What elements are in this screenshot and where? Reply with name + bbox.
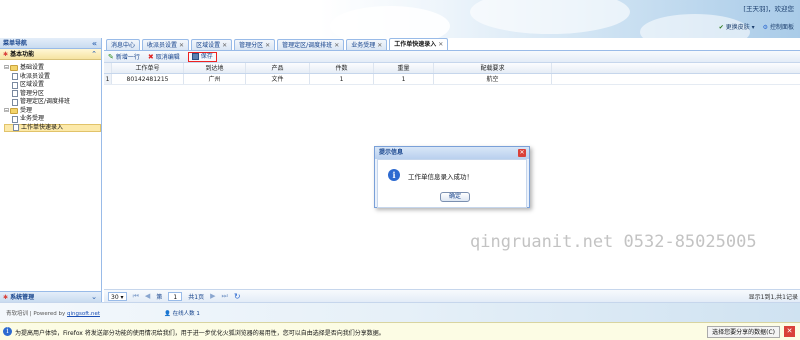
- copyright: 青软培训 | Powered by qingsoft.net: [6, 311, 100, 317]
- sidebar: 菜单导航 « ✱ 基本功能 ⌃ ⊟ 基础设置 收派员设置 区域设置 管理分区 管…: [0, 38, 102, 302]
- col-header[interactable]: 到达地: [184, 63, 246, 73]
- app-footer: 青软培训 | Powered by qingsoft.net 👤 在线人数 1: [0, 302, 800, 322]
- tab-region-settings[interactable]: 区域设置 ✕: [191, 39, 233, 50]
- app-header: [王天羽]，欢迎您 ✔ 更换皮肤 ▾ ⚙ 控制面板: [0, 0, 800, 38]
- col-header[interactable]: 产品: [246, 63, 310, 73]
- page-number-input[interactable]: 1: [168, 291, 183, 301]
- page-prefix: 第: [156, 293, 163, 301]
- close-icon[interactable]: ✕: [438, 41, 443, 48]
- table-cell[interactable]: 1: [374, 74, 434, 84]
- cancel-x-icon: ✖: [147, 52, 154, 61]
- close-icon[interactable]: ✕: [784, 326, 795, 337]
- info-icon: i: [3, 327, 12, 336]
- table-cell[interactable]: 广州: [184, 74, 246, 84]
- close-icon[interactable]: ✕: [179, 42, 184, 49]
- first-page-icon[interactable]: ⏮: [133, 292, 139, 301]
- tree-item-work-order-entry[interactable]: 工作单快速录入: [4, 123, 101, 132]
- share-data-button[interactable]: 选择您要分享的数据(C): [707, 326, 780, 338]
- tab-bar: 消息中心 收派员设置 ✕ 区域设置 ✕ 管理分区 ✕ 管理定区/调度排班 ✕ 业务受理 ✕…: [104, 38, 800, 51]
- notification-text: 为提高用户体验，Firefox 将发送部分功能的使用情况给我们，用于进一步优化火…: [15, 330, 385, 337]
- row-number: 1: [104, 74, 112, 84]
- change-skin-link[interactable]: ✔ 更换皮肤 ▾: [719, 22, 755, 31]
- close-icon[interactable]: ✕: [334, 42, 339, 49]
- add-row-button[interactable]: ✎ 新增一行: [108, 52, 140, 62]
- menu-tree: ⊟ 基础设置 收派员设置 区域设置 管理分区 管理定区/调度排班 ⊟ 受理 业务…: [0, 60, 101, 132]
- col-header[interactable]: 工作单号: [112, 63, 184, 73]
- dialog-message: 工作单信息录入成功！: [408, 173, 473, 181]
- close-icon[interactable]: ✕: [377, 42, 382, 49]
- star-icon: ✱: [3, 51, 9, 58]
- table-cell[interactable]: 航空: [434, 74, 552, 84]
- tree-folder-basic-settings[interactable]: ⊟ 基础设置: [4, 64, 101, 73]
- dialog-body: i 工作单信息录入成功！ 确定: [377, 159, 527, 208]
- page-size-select[interactable]: 30 ▾: [108, 291, 127, 301]
- refresh-icon[interactable]: ↻: [234, 292, 241, 301]
- collapse-left-icon[interactable]: «: [92, 38, 97, 49]
- tree-item-manage-zones[interactable]: 管理定区/调度排班: [4, 98, 101, 107]
- pagination-bar: 30 ▾ ⏮ ◀ 第 1 共1页 ▶ ⏭ ↻ 显示1到1,共1记录: [104, 289, 800, 302]
- online-count: 👤 在线人数 1: [164, 311, 200, 317]
- grid-header: 工作单号 到达地 产品 件数 重量 配载要求: [104, 63, 800, 74]
- last-page-icon[interactable]: ⏭: [222, 292, 228, 301]
- col-header[interactable]: 配载要求: [434, 63, 552, 73]
- collapse-up-icon[interactable]: ⌃: [91, 49, 97, 60]
- tab-message-center[interactable]: 消息中心: [106, 39, 141, 50]
- message-dialog: 提示信息 ✕ i 工作单信息录入成功！ 确定: [374, 146, 530, 208]
- tree-item-region-settings[interactable]: 区域设置: [4, 81, 101, 90]
- pencil-add-icon: ✎: [108, 52, 114, 61]
- record-info: 显示1到1,共1记录: [748, 293, 798, 301]
- cancel-edit-button[interactable]: ✖ 取消编辑: [147, 52, 180, 62]
- star-icon: ✱: [3, 294, 9, 301]
- close-icon[interactable]: ✕: [265, 42, 270, 49]
- powered-by-link[interactable]: qingsoft.net: [67, 311, 100, 317]
- close-icon[interactable]: ✕: [222, 42, 227, 49]
- file-icon: [12, 115, 18, 123]
- watermark: qingruanit.net 0532-85025005: [470, 232, 757, 252]
- table-cell[interactable]: 1: [310, 74, 374, 84]
- row-number-header: [104, 63, 112, 73]
- col-header[interactable]: 件数: [310, 63, 374, 73]
- tree-item-courier-settings[interactable]: 收派员设置: [4, 73, 101, 82]
- browser-notification-bar: i 为提高用户体验，Firefox 将发送部分功能的使用情况给我们，用于进一步优…: [0, 322, 800, 340]
- file-icon: [12, 90, 18, 98]
- section-basic-functions[interactable]: ✱ 基本功能 ⌃: [0, 49, 101, 60]
- section-system-management[interactable]: ✱ 系统管理 ⌄: [0, 291, 101, 302]
- floppy-icon: [191, 53, 199, 60]
- user-greeting: [王天羽]，欢迎您: [743, 5, 794, 13]
- tree-item-business-acceptance[interactable]: 业务受理: [4, 115, 101, 124]
- page-total: 共1页: [188, 293, 205, 301]
- tree-item-manage-partitions[interactable]: 管理分区: [4, 90, 101, 99]
- tree-folder-acceptance[interactable]: ⊟ 受理: [4, 107, 101, 116]
- tab-work-order-entry[interactable]: 工作单快速录入 ✕: [389, 38, 449, 50]
- prev-page-icon[interactable]: ◀: [145, 292, 150, 300]
- user-icon: 👤: [164, 311, 171, 317]
- tab-business-acceptance[interactable]: 业务受理 ✕: [346, 39, 388, 50]
- save-button[interactable]: 保存: [187, 51, 217, 62]
- info-icon: i: [388, 169, 400, 181]
- folder-icon: [10, 65, 18, 72]
- table-cell[interactable]: 80142481215: [112, 74, 184, 84]
- check-icon: ✔: [718, 24, 724, 31]
- file-icon: [12, 98, 18, 106]
- tab-manage-zones[interactable]: 管理定区/调度排班 ✕: [277, 39, 345, 50]
- sidebar-title: 菜单导航 «: [0, 38, 101, 49]
- next-page-icon[interactable]: ▶: [210, 292, 215, 300]
- grid-toolbar: ✎ 新增一行 ✖ 取消编辑 保存: [104, 51, 800, 63]
- table-cell[interactable]: 文件: [246, 74, 310, 84]
- dialog-title: 提示信息 ✕: [375, 147, 529, 159]
- table-row[interactable]: 1 80142481215 广州 文件 1 1 航空: [104, 74, 800, 85]
- folder-icon: [10, 107, 18, 114]
- work-order-grid: 工作单号 到达地 产品 件数 重量 配载要求 1 80142481215 广州 …: [104, 63, 800, 85]
- close-icon[interactable]: ✕: [518, 149, 526, 157]
- file-icon: [12, 81, 18, 89]
- control-panel-link[interactable]: ⚙ 控制面板: [763, 22, 794, 31]
- col-header[interactable]: 重量: [374, 63, 434, 73]
- tab-courier-settings[interactable]: 收派员设置 ✕: [142, 39, 190, 50]
- ok-button[interactable]: 确定: [440, 192, 470, 202]
- tab-manage-partitions[interactable]: 管理分区 ✕: [234, 39, 276, 50]
- gear-icon: ⚙: [762, 24, 769, 31]
- file-icon: [12, 73, 18, 81]
- file-icon: [13, 124, 19, 132]
